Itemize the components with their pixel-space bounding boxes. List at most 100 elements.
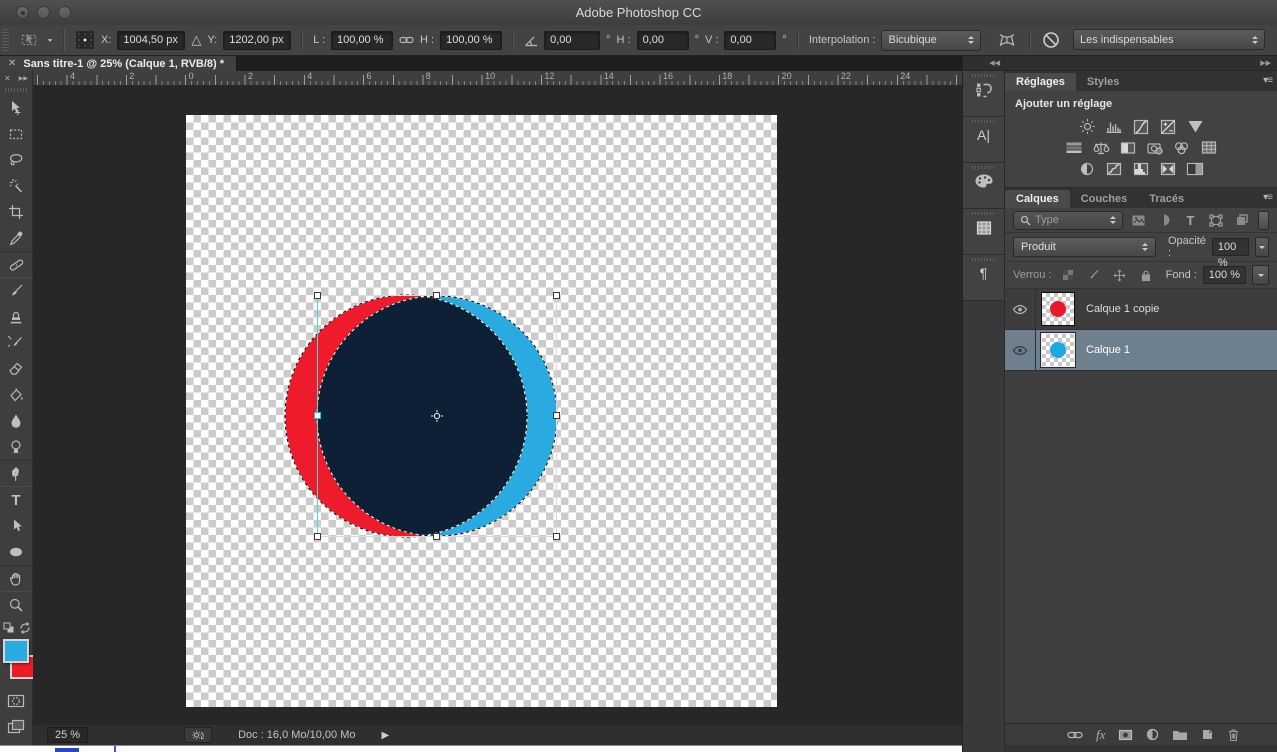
tab-calques[interactable]: Calques — [1005, 190, 1070, 208]
link-layers-icon[interactable] — [1067, 730, 1083, 740]
layer-effects-icon[interactable]: fx — [1096, 727, 1105, 743]
close-toolbar-icon[interactable]: ✕ — [4, 74, 11, 83]
fill-dropdown-button[interactable] — [1252, 265, 1269, 285]
dock-header[interactable]: ▶▶ — [1005, 56, 1277, 71]
paint-bucket-tool[interactable] — [0, 382, 33, 408]
black-white-icon[interactable] — [1118, 139, 1138, 156]
handle-top-center[interactable] — [433, 292, 440, 299]
exposure-icon[interactable] — [1158, 118, 1178, 135]
handle-bottom-right[interactable] — [553, 533, 560, 540]
layer-name[interactable]: Calque 1 — [1086, 344, 1130, 356]
lock-all-icon[interactable] — [1136, 269, 1156, 282]
filter-shape-layers-icon[interactable] — [1206, 214, 1226, 227]
gradient-map-icon[interactable] — [1158, 160, 1178, 177]
expand-toolbar-icon[interactable]: ▶▶ — [19, 75, 28, 82]
threshold-icon[interactable] — [1131, 160, 1151, 177]
panel-menu-icon[interactable]: ▾≡ — [1263, 192, 1272, 203]
visibility-cell[interactable] — [1005, 289, 1036, 329]
layer-filter-toggle[interactable] — [1258, 211, 1269, 230]
status-expand-icon[interactable]: ▶ — [381, 730, 389, 741]
h-skew-input[interactable]: 0,00 — [637, 31, 689, 50]
layer-row-calque-1[interactable]: Calque 1 — [1005, 330, 1277, 371]
layer-thumbnail[interactable] — [1041, 292, 1075, 326]
zoom-level-field[interactable]: 25 % — [47, 727, 88, 743]
add-mask-icon[interactable] — [1118, 729, 1133, 741]
swap-colors-icon[interactable] — [19, 622, 31, 634]
fill-value[interactable]: 100 % — [1203, 266, 1246, 284]
handle-bottom-left[interactable] — [314, 533, 321, 540]
dodge-tool[interactable] — [0, 434, 33, 460]
type-tool[interactable]: T — [0, 487, 33, 513]
screen-mode-button[interactable] — [0, 714, 33, 740]
channel-mixer-icon[interactable] — [1172, 139, 1192, 156]
interpolation-select[interactable]: Bicubique — [881, 30, 981, 51]
toolbar-header[interactable]: ✕ ▶▶ — [0, 71, 33, 86]
layer-thumbnail[interactable] — [1041, 333, 1075, 367]
zoom-tool[interactable] — [0, 592, 33, 618]
document-canvas[interactable] — [186, 115, 777, 707]
blend-mode-select[interactable]: Produit — [1013, 237, 1156, 257]
curves-icon[interactable] — [1131, 118, 1151, 135]
reference-point-target[interactable] — [431, 410, 443, 422]
tool-preset-arrow[interactable] — [48, 39, 53, 41]
reference-point-locator[interactable] — [75, 30, 95, 50]
height-input[interactable]: 100,00 % — [440, 31, 502, 50]
color-balance-icon[interactable] — [1091, 139, 1111, 156]
new-layer-icon[interactable] — [1201, 728, 1214, 741]
opacity-value[interactable]: 100 % — [1212, 238, 1249, 256]
handle-bottom-center[interactable] — [433, 533, 440, 540]
new-adjustment-layer-icon[interactable] — [1146, 728, 1159, 741]
x-input[interactable]: 1004,50 px — [117, 31, 185, 50]
lock-position-icon[interactable] — [1110, 269, 1130, 282]
transform-bounding-box[interactable] — [317, 295, 557, 537]
crop-tool[interactable] — [0, 199, 33, 225]
vibrance-icon[interactable] — [1185, 118, 1205, 135]
opacity-dropdown-button[interactable] — [1255, 237, 1269, 257]
panel-button-swatches[interactable] — [963, 209, 1004, 255]
path-selection-tool[interactable] — [0, 513, 33, 539]
brush-tool[interactable] — [0, 278, 33, 304]
document-tab[interactable]: ✕ Sans titre-1 @ 25% (Calque 1, RVB/8) * — [0, 56, 237, 71]
layer-row-calque-1-copie[interactable]: Calque 1 copie — [1005, 289, 1277, 330]
expand-panels-icon[interactable]: ◀◀ — [989, 59, 1000, 67]
width-input[interactable]: 100,00 % — [331, 31, 393, 50]
horizontal-ruler[interactable]: 42024681012141618202224 — [33, 71, 962, 86]
y-input[interactable]: 1202,00 px — [223, 31, 291, 50]
status-options-button[interactable] — [184, 727, 212, 743]
default-colors-icon[interactable] — [3, 622, 15, 634]
foreground-color-swatch[interactable] — [3, 639, 29, 663]
tab-styles[interactable]: Styles — [1076, 73, 1130, 91]
relative-position-toggle[interactable]: △ — [191, 32, 201, 48]
panel-button-paragraph[interactable]: ¶ — [963, 255, 1004, 301]
eyedropper-tool[interactable] — [0, 225, 33, 251]
layer-filter-select[interactable]: Type — [1013, 211, 1123, 230]
options-bar-grip[interactable] — [2, 29, 9, 51]
lock-pixels-icon[interactable] — [1084, 269, 1104, 282]
filter-pixel-layers-icon[interactable] — [1129, 214, 1149, 227]
v-skew-input[interactable]: 0,00 — [724, 31, 776, 50]
filter-smart-objects-icon[interactable] — [1232, 213, 1252, 227]
handle-middle-left[interactable] — [314, 412, 321, 419]
posterize-icon[interactable] — [1104, 160, 1124, 177]
lock-transparency-icon[interactable] — [1058, 269, 1078, 281]
toolbar-grip[interactable] — [5, 88, 27, 92]
delete-layer-icon[interactable] — [1227, 728, 1240, 742]
new-group-icon[interactable] — [1172, 729, 1188, 741]
invert-icon[interactable] — [1077, 160, 1097, 177]
panel-menu-icon[interactable]: ▾≡ — [1263, 75, 1272, 86]
lasso-tool[interactable] — [0, 147, 33, 173]
workspace-select[interactable]: Les indispensables — [1073, 29, 1265, 50]
blur-tool[interactable] — [0, 408, 33, 434]
levels-icon[interactable] — [1104, 118, 1124, 135]
canvas-pasteboard[interactable] — [33, 86, 962, 725]
link-dimensions-icon[interactable] — [399, 34, 414, 46]
spot-healing-brush-tool[interactable] — [0, 251, 33, 278]
handle-top-left[interactable] — [314, 292, 321, 299]
tab-traces[interactable]: Tracés — [1138, 190, 1195, 208]
filter-type-layers-icon[interactable]: T — [1180, 213, 1200, 228]
brightness-contrast-icon[interactable] — [1077, 118, 1097, 135]
pen-tool[interactable] — [0, 460, 33, 487]
quick-mask-button[interactable] — [0, 688, 33, 714]
color-lookup-icon[interactable] — [1199, 139, 1219, 156]
layer-name[interactable]: Calque 1 copie — [1086, 303, 1159, 315]
